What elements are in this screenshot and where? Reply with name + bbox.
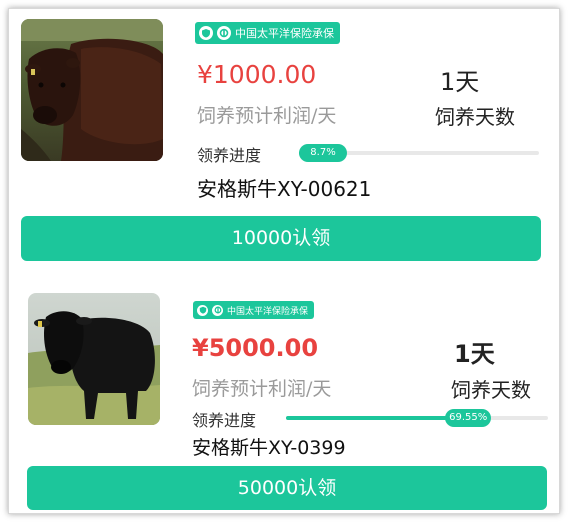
cattle-photo[interactable] [28,293,160,425]
progress-label: 领养进度 [197,146,262,165]
profit-label: 饲养预计利润/天 [197,105,337,127]
insurance-badge: 中国太平洋保险承保 [193,301,315,319]
shield-icon [199,26,213,40]
adoption-progress-bar: 69.55% [286,409,548,427]
feeding-days-value: 1天 [440,68,480,96]
feeding-days-value: 1天 [454,340,495,368]
feeding-days-label: 饲养天数 [435,105,515,129]
progress-label: 领养进度 [192,411,257,430]
price: ¥5000.00 [192,334,319,362]
adoption-progress-bar: 8.7% [299,144,539,162]
cattle-name: 安格斯牛XY-0399 [192,437,346,459]
price: ¥1000.00 [197,60,317,89]
progress-percent-badge: 69.55% [445,409,492,427]
insurance-badge-text: 中国太平洋保险承保 [235,27,334,40]
progress-fill [286,416,469,420]
insurance-badge-text: 中国太平洋保险承保 [227,306,309,317]
shield-icon [197,304,208,316]
insurance-badge: 中国太平洋保险承保 [195,22,340,44]
adopt-button[interactable]: 10000认领 [21,216,541,261]
listing-panel: 中国太平洋保险承保 ¥1000.00 饲养预计利润/天 1天 饲养天数 领养进度… [8,8,560,514]
cattle-name: 安格斯牛XY-00621 [197,177,372,201]
cattle-photo[interactable] [21,19,163,161]
adopt-button[interactable]: 50000认领 [27,466,547,510]
cattle-card[interactable]: 中国太平洋保险承保 ¥1000.00 饲养预计利润/天 1天 饲养天数 领养进度… [9,9,559,277]
progress-percent-badge: 8.7% [299,144,347,162]
pacific-insurance-logo-icon [217,26,231,40]
cattle-card[interactable]: 中国太平洋保险承保 ¥5000.00 饲养预计利润/天 1天 饲养天数 领养进度… [9,285,559,513]
pacific-insurance-logo-icon [212,304,223,316]
feeding-days-label: 饲养天数 [451,378,531,402]
profit-label: 饲养预计利润/天 [192,378,332,400]
